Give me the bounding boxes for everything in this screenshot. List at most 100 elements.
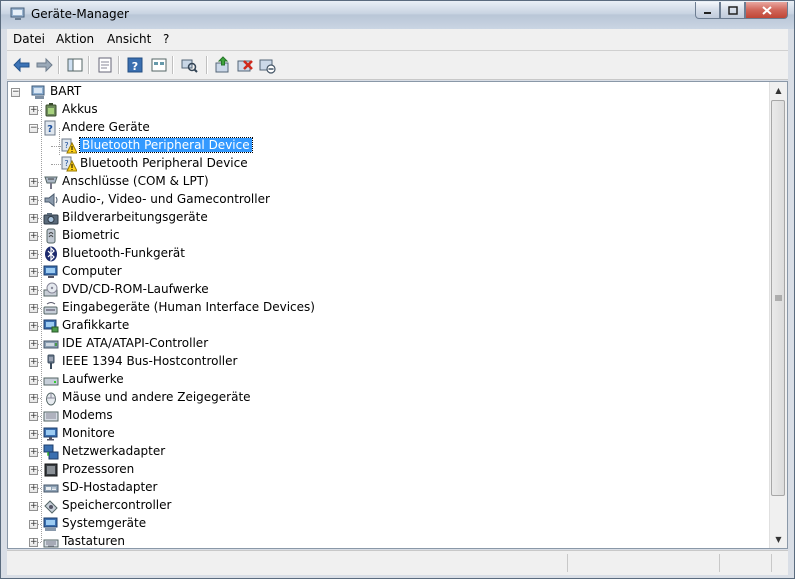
scan-hardware-button[interactable]: [179, 55, 199, 75]
tree-category-node[interactable]: + Akkus: [8, 101, 768, 119]
device-tree[interactable]: ▲ ▼ − BART + Akkus −? Andere Geräte? Bluetooth…: [7, 81, 788, 549]
expand-icon[interactable]: +: [29, 304, 38, 313]
forward-button[interactable]: [34, 55, 54, 75]
expand-icon[interactable]: +: [29, 232, 38, 241]
minimize-button[interactable]: [695, 2, 720, 19]
tree-category-node[interactable]: + SD-Hostadapter: [8, 479, 768, 497]
tree-node-label[interactable]: IEEE 1394 Bus-Hostcontroller: [62, 354, 237, 368]
tree-node-label[interactable]: Grafikkarte: [62, 318, 129, 332]
disable-button[interactable]: [257, 55, 277, 75]
tree-node-label[interactable]: Andere Geräte: [62, 120, 150, 134]
tree-category-node[interactable]: + Monitore: [8, 425, 768, 443]
tree-node-label[interactable]: Systemgeräte: [62, 516, 146, 530]
tree-node-label[interactable]: BART: [50, 84, 81, 98]
menu-datei[interactable]: Datei: [13, 32, 45, 46]
tree-node-label[interactable]: Bildverarbeitungsgeräte: [62, 210, 208, 224]
tree-node-label[interactable]: Bluetooth Peripheral Device: [79, 137, 253, 153]
tree-node-label[interactable]: Anschlüsse (COM & LPT): [62, 174, 209, 188]
expand-icon[interactable]: +: [29, 178, 38, 187]
tree-node-label[interactable]: Akkus: [62, 102, 98, 116]
tree-category-node[interactable]: + IEEE 1394 Bus-Hostcontroller: [8, 353, 768, 371]
tree-node-label[interactable]: Mäuse und andere Zeigegeräte: [62, 390, 251, 404]
tree-node-label[interactable]: SD-Hostadapter: [62, 480, 157, 494]
expand-icon[interactable]: +: [29, 250, 38, 259]
expand-icon[interactable]: +: [29, 430, 38, 439]
tree-category-node[interactable]: + Tastaturen: [8, 533, 768, 548]
tree-node-label[interactable]: Audio-, Video- und Gamecontroller: [62, 192, 270, 206]
expand-icon[interactable]: +: [29, 502, 38, 511]
menu-help[interactable]: ?: [163, 32, 169, 46]
tree-category-node[interactable]: −? Andere Geräte: [8, 119, 768, 137]
expand-icon[interactable]: +: [29, 106, 38, 115]
tree-category-node[interactable]: + Laufwerke: [8, 371, 768, 389]
back-button[interactable]: [12, 55, 32, 75]
tree-node-label[interactable]: Biometric: [62, 228, 120, 242]
vertical-scrollbar[interactable]: ▲ ▼: [769, 82, 787, 548]
tree-category-node[interactable]: + Speichercontroller: [8, 497, 768, 515]
tree-node-label[interactable]: Netzwerkadapter: [62, 444, 165, 458]
tree-category-node[interactable]: + IDE ATA/ATAPI-Controller: [8, 335, 768, 353]
tree-category-node[interactable]: + Bildverarbeitungsgeräte: [8, 209, 768, 227]
tree-category-node[interactable]: + Eingabegeräte (Human Interface Devices): [8, 299, 768, 317]
monitor-icon: [43, 426, 59, 442]
maximize-button[interactable]: [720, 2, 745, 19]
expand-icon[interactable]: +: [29, 268, 38, 277]
tree-category-node[interactable]: + DVD/CD-ROM-Laufwerke: [8, 281, 768, 299]
tree-node-label[interactable]: Prozessoren: [62, 462, 134, 476]
tree-node-label[interactable]: Tastaturen: [62, 534, 125, 548]
tree-category-node[interactable]: + Modems: [8, 407, 768, 425]
tree-category-node[interactable]: + Mäuse und andere Zeigegeräte: [8, 389, 768, 407]
tree-node-label[interactable]: Speichercontroller: [62, 498, 171, 512]
scroll-up-button[interactable]: ▲: [770, 82, 787, 99]
title-bar[interactable]: Geräte-Manager: [1, 1, 794, 29]
update-driver-button[interactable]: [213, 55, 233, 75]
tree-node-label[interactable]: Bluetooth Peripheral Device: [80, 156, 248, 170]
tree-category-node[interactable]: + Anschlüsse (COM & LPT): [8, 173, 768, 191]
tree-node-label[interactable]: Bluetooth-Funkgerät: [62, 246, 185, 260]
tree-device-node[interactable]: ? Bluetooth Peripheral Device: [8, 155, 768, 173]
tree-category-node[interactable]: + Biometric: [8, 227, 768, 245]
expand-icon[interactable]: +: [29, 196, 38, 205]
expand-icon[interactable]: +: [29, 520, 38, 529]
scroll-thumb[interactable]: [771, 100, 785, 496]
tree-device-node[interactable]: ? Bluetooth Peripheral Device: [8, 137, 768, 155]
tree-category-node[interactable]: + Grafikkarte: [8, 317, 768, 335]
tree-node-label[interactable]: Modems: [62, 408, 113, 422]
tree-category-node[interactable]: + Audio-, Video- und Gamecontroller: [8, 191, 768, 209]
expand-icon[interactable]: +: [29, 322, 38, 331]
expand-icon[interactable]: +: [29, 448, 38, 457]
expand-icon[interactable]: +: [29, 286, 38, 295]
expand-icon[interactable]: +: [29, 412, 38, 421]
tree-category-node[interactable]: + Systemgeräte: [8, 515, 768, 533]
collapse-icon[interactable]: −: [11, 88, 20, 97]
uninstall-button[interactable]: [235, 55, 255, 75]
expand-icon[interactable]: +: [29, 538, 38, 547]
collapse-icon[interactable]: −: [29, 124, 38, 133]
expand-icon[interactable]: +: [29, 340, 38, 349]
tree-category-node[interactable]: + Computer: [8, 263, 768, 281]
tree-node-label[interactable]: Monitore: [62, 426, 115, 440]
tree-node-label[interactable]: IDE ATA/ATAPI-Controller: [62, 336, 208, 350]
expand-icon[interactable]: +: [29, 214, 38, 223]
tree-category-node[interactable]: + Netzwerkadapter: [8, 443, 768, 461]
expand-icon[interactable]: +: [29, 358, 38, 367]
expand-icon[interactable]: +: [29, 484, 38, 493]
help-button[interactable]: ?: [125, 55, 145, 75]
close-button[interactable]: [745, 2, 788, 19]
view-button[interactable]: [149, 55, 169, 75]
tree-root-node[interactable]: − BART: [8, 83, 768, 101]
show-hide-console-tree-button[interactable]: [65, 55, 85, 75]
expand-icon[interactable]: +: [29, 466, 38, 475]
tree-category-node[interactable]: + Prozessoren: [8, 461, 768, 479]
menu-ansicht[interactable]: Ansicht: [107, 32, 151, 46]
tree-category-node[interactable]: + Bluetooth-Funkgerät: [8, 245, 768, 263]
expand-icon[interactable]: +: [29, 394, 38, 403]
tree-node-label[interactable]: Laufwerke: [62, 372, 124, 386]
tree-node-label[interactable]: Computer: [62, 264, 122, 278]
tree-node-label[interactable]: DVD/CD-ROM-Laufwerke: [62, 282, 209, 296]
tree-node-label[interactable]: Eingabegeräte (Human Interface Devices): [62, 300, 315, 314]
menu-aktion[interactable]: Aktion: [56, 32, 94, 46]
properties-button[interactable]: [95, 55, 115, 75]
scroll-down-button[interactable]: ▼: [770, 531, 787, 548]
expand-icon[interactable]: +: [29, 376, 38, 385]
